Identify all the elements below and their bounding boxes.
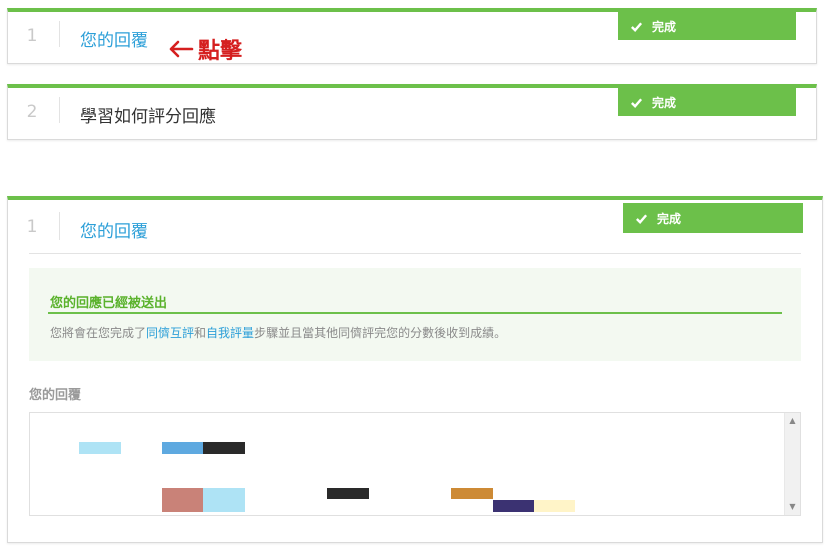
response-content: [30, 413, 784, 515]
arrow-left-icon: [169, 40, 194, 58]
scroll-down-arrow-icon[interactable]: ▼: [785, 499, 800, 515]
redacted-block: [493, 500, 534, 512]
redacted-block: [451, 488, 493, 499]
peer-assessment-link[interactable]: 同儕互評: [146, 326, 194, 340]
response-label: 您的回覆: [29, 388, 82, 403]
notice-text-mid: 和: [194, 326, 207, 340]
redacted-block: [203, 488, 245, 512]
step-card-your-response: 1 您的回覆 完成 點擊: [7, 8, 817, 64]
step-title-link[interactable]: 您的回覆: [80, 26, 148, 51]
redacted-block: [162, 442, 203, 454]
redacted-block: [534, 500, 575, 512]
status-badge: 完成: [623, 203, 803, 233]
step-separator: [59, 21, 60, 47]
step-number: 2: [26, 102, 38, 122]
vertical-scrollbar[interactable]: ▲ ▼: [784, 413, 800, 515]
step-card-learn-to-assess: 2 學習如何評分回應 完成: [7, 84, 817, 140]
annotation-label: 點擊: [198, 39, 243, 64]
check-icon: [631, 21, 643, 32]
click-annotation: 點擊: [168, 33, 242, 65]
status-badge: 完成: [618, 12, 796, 40]
redacted-block: [162, 488, 203, 512]
redacted-block: [79, 442, 121, 454]
self-assessment-link[interactable]: 自我評量: [206, 326, 254, 340]
check-icon: [636, 213, 648, 224]
step-title[interactable]: 學習如何評分回應: [80, 102, 216, 127]
status-badge-label: 完成: [652, 19, 677, 34]
status-badge-label: 完成: [652, 95, 677, 110]
notice-underline: [48, 312, 782, 314]
notice-text-after: 步驟並且當其他同儕評完您的分數後收到成績。: [254, 326, 507, 340]
notice-title: 您的回應已經被送出: [50, 296, 168, 311]
step-title-link[interactable]: 您的回覆: [80, 217, 148, 242]
scroll-up-arrow-icon[interactable]: ▲: [785, 413, 800, 429]
submission-notice: 您的回應已經被送出 您將會在您完成了同儕互評和自我評量步驟並且當其他同儕評完您的…: [29, 268, 801, 361]
step-separator: [59, 212, 60, 240]
check-icon: [631, 97, 643, 108]
step-card-your-response-expanded: 1 您的回覆 完成 您的回應已經被送出 您將會在您完成了同儕互評和自我評量步驟並…: [7, 196, 823, 543]
redacted-block: [327, 488, 369, 499]
redacted-block: [203, 442, 245, 454]
step-number: 1: [26, 26, 38, 46]
status-badge-label: 完成: [657, 211, 682, 226]
step-number: 1: [26, 217, 38, 237]
notice-message: 您將會在您完成了同儕互評和自我評量步驟並且當其他同儕評完您的分數後收到成績。: [50, 324, 506, 341]
section-divider: [29, 253, 801, 254]
response-textarea[interactable]: ▲ ▼: [29, 412, 801, 516]
step-separator: [59, 97, 60, 123]
notice-text-before: 您將會在您完成了: [50, 326, 147, 340]
status-badge: 完成: [618, 88, 796, 116]
